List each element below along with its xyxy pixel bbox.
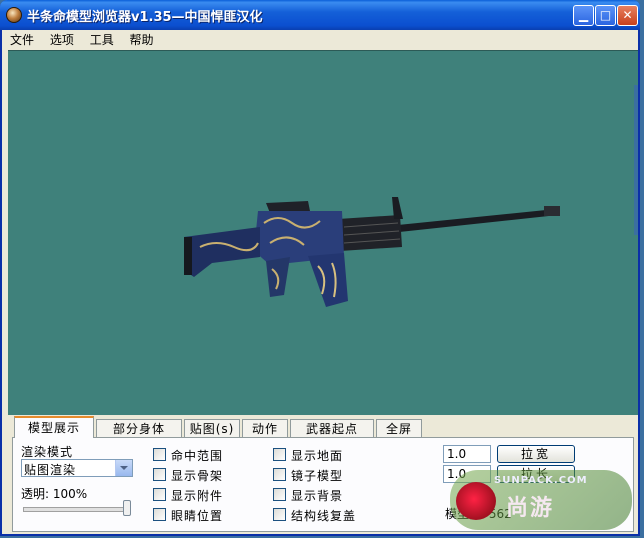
tab-model-display[interactable]: 模型展示 [14, 416, 94, 438]
menu-help[interactable]: 帮助 [126, 30, 158, 50]
window-title: 半条命模型浏览器v1.35—中国悍匪汉化 [27, 10, 263, 25]
menu-options[interactable]: 选项 [46, 30, 78, 50]
checkbox-hitbox[interactable] [153, 448, 166, 461]
bones-label: 显示骨架 [171, 469, 224, 483]
menu-file[interactable]: 文件 [6, 30, 38, 50]
tab-fullscreen[interactable]: 全屏 [376, 419, 422, 438]
width-input[interactable]: 1.0 [443, 445, 491, 463]
watermark-site: SUNPACK.COM [494, 475, 588, 486]
hitbox-label: 命中范围 [171, 449, 224, 463]
tab-textures[interactable]: 贴图(s) [184, 419, 240, 438]
app-window: 半条命模型浏览器v1.35—中国悍匪汉化 ▁ □ ✕ 文件 选项 工具 帮助 模… [0, 0, 640, 536]
title-bar[interactable]: 半条命模型浏览器v1.35—中国悍匪汉化 ▁ □ ✕ [0, 0, 640, 30]
maximize-button[interactable]: □ [595, 5, 616, 26]
tab-animations[interactable]: 动作 [242, 419, 288, 438]
watermark-logo-text: 尚游 [506, 495, 555, 521]
chevron-down-icon[interactable] [115, 460, 132, 476]
render-mode-select[interactable]: 贴图渲染 [21, 459, 133, 477]
checkbox-mirror[interactable] [273, 468, 286, 481]
checkbox-background[interactable] [273, 488, 286, 501]
mirror-label: 镜子模型 [291, 469, 344, 483]
minimize-button[interactable]: ▁ [573, 5, 594, 26]
rifle-model-render [184, 197, 560, 307]
widen-button[interactable]: 拉宽 [497, 445, 575, 463]
menu-bar: 文件 选项 工具 帮助 [2, 30, 638, 50]
watermark-logo-icon [456, 482, 496, 520]
background-label: 显示背景 [291, 489, 344, 503]
menu-tools[interactable]: 工具 [86, 30, 118, 50]
wireframe-label: 结构线复盖 [291, 509, 357, 523]
render-mode-label: 渲染模式 [21, 445, 74, 459]
checkbox-eye-position[interactable] [153, 508, 166, 521]
transparency-slider-track[interactable] [23, 507, 129, 512]
close-button[interactable]: ✕ [617, 5, 638, 26]
tab-weapon-origin[interactable]: 武器起点 [290, 419, 374, 438]
render-mode-value: 贴图渲染 [24, 463, 77, 477]
checkbox-bones[interactable] [153, 468, 166, 481]
site-watermark: SUNPACK.COM 尚游 [450, 470, 632, 530]
checkbox-attachments[interactable] [153, 488, 166, 501]
side-edge [634, 85, 638, 235]
transparency-label: 透明: 100% [21, 487, 88, 501]
checkbox-wireframe[interactable] [273, 508, 286, 521]
tab-body-parts[interactable]: 部分身体 [96, 419, 182, 438]
eye-position-label: 眼睛位置 [171, 509, 224, 523]
app-icon[interactable] [6, 7, 22, 23]
model-viewport[interactable] [8, 50, 638, 415]
attachments-label: 显示附件 [171, 489, 224, 503]
transparency-slider-thumb[interactable] [123, 500, 131, 516]
ground-label: 显示地面 [291, 449, 344, 463]
checkbox-ground[interactable] [273, 448, 286, 461]
